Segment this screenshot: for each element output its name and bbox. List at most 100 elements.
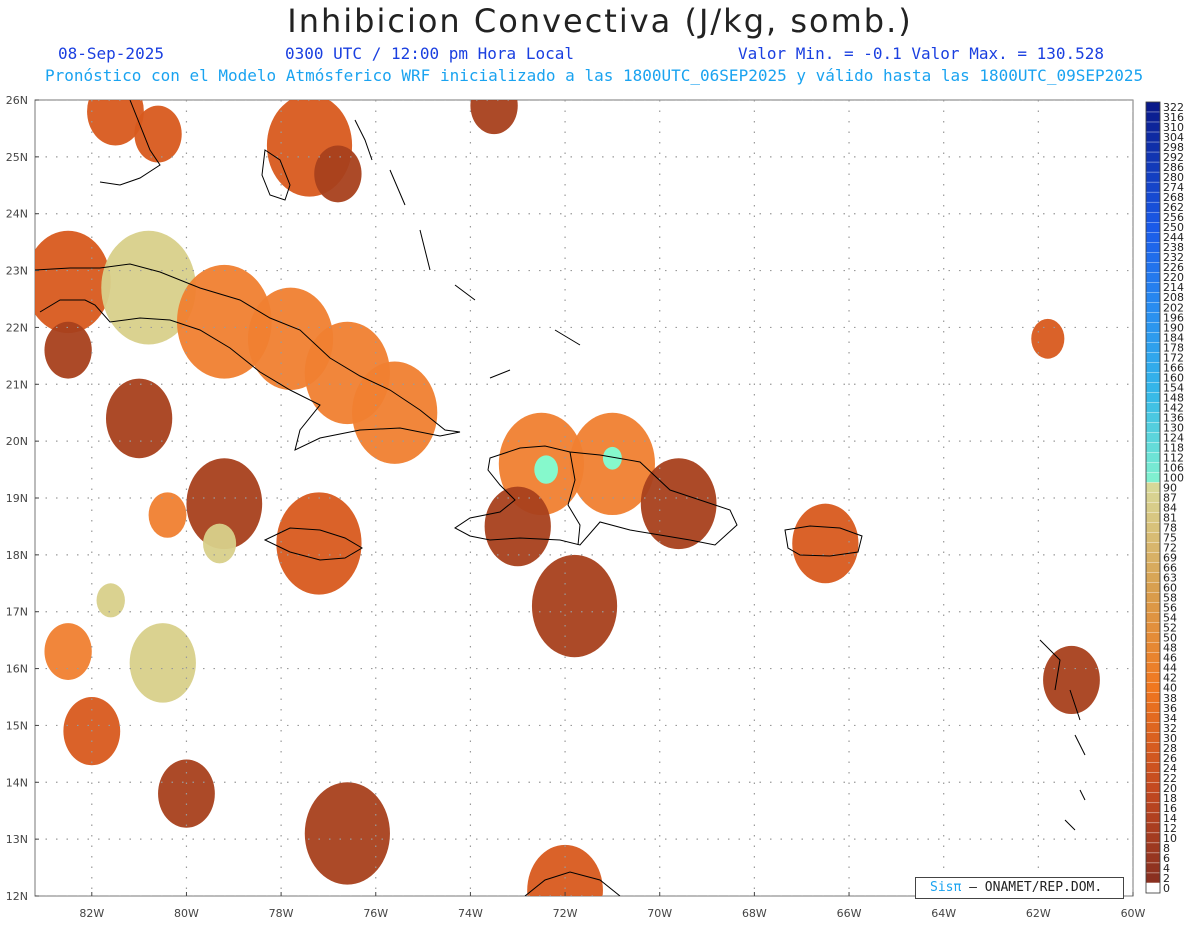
credit-org: – ONAMET/REP.DOM. <box>969 880 1103 895</box>
colorbar-swatch <box>1145 101 1161 113</box>
colorbar-swatch <box>1145 652 1161 663</box>
cin-cell <box>534 455 558 484</box>
colorbar-swatch <box>1145 562 1161 573</box>
colorbar-swatch <box>1145 832 1161 844</box>
cin-cell <box>304 782 390 885</box>
cin-cell <box>484 486 551 567</box>
lat-tick-label: 21N <box>6 378 28 391</box>
colorbar-swatch <box>1145 222 1161 233</box>
lat-tick-label: 14N <box>6 776 28 789</box>
lon-tick-label: 78W <box>269 907 294 920</box>
colorbar-swatch <box>1145 872 1161 884</box>
colorbar-swatch <box>1145 852 1161 864</box>
colorbar-swatch <box>1145 592 1161 603</box>
colorbar-swatch <box>1145 392 1161 403</box>
cin-map: 26N 25N 24N 23N 22N 21N 20N 19N 18N 17N 16N 15N 14N 1… <box>6 94 1184 920</box>
cin-cell <box>129 623 196 703</box>
cin-cell <box>352 361 438 464</box>
lat-tick-label: 24N <box>6 208 28 221</box>
cin-cell <box>134 105 182 163</box>
colorbar-swatch <box>1145 161 1161 173</box>
lat-tick-label: 19N <box>6 492 28 505</box>
colorbar-swatch <box>1145 732 1161 743</box>
cin-cell <box>1043 645 1100 715</box>
lat-tick-label: 15N <box>6 719 28 732</box>
colorbar-swatch <box>1145 642 1161 653</box>
colorbar-swatch <box>1145 722 1161 733</box>
lon-tick-label: 66W <box>837 907 862 920</box>
colorbar-swatch <box>1145 452 1161 463</box>
colorbar-swatch <box>1145 482 1161 493</box>
lon-tick-label: 70W <box>647 907 672 920</box>
colorbar-swatch <box>1145 442 1161 453</box>
cin-cell <box>203 523 237 564</box>
cin-cell <box>792 503 859 584</box>
lat-tick-label: 25N <box>6 151 28 164</box>
colorbar-swatch <box>1145 492 1161 503</box>
colorbar-swatch <box>1145 812 1161 824</box>
lon-tick-label: 76W <box>363 907 388 920</box>
colorbar-swatch <box>1145 191 1161 203</box>
lat-tick-label: 16N <box>6 663 28 676</box>
lon-tick-label: 80W <box>174 907 199 920</box>
colorbar-swatch <box>1145 582 1161 593</box>
lat-tick-label: 13N <box>6 833 28 846</box>
colorbar-swatch <box>1145 141 1161 153</box>
colorbar-swatch <box>1145 302 1161 313</box>
colorbar-swatch <box>1145 422 1161 433</box>
colorbar-swatch <box>1145 792 1161 804</box>
lat-tick-label: 22N <box>6 321 28 334</box>
colorbar-swatch <box>1145 842 1161 854</box>
colorbar-swatch <box>1145 612 1161 623</box>
colorbar-swatch <box>1145 552 1161 563</box>
colorbar-swatch <box>1145 542 1161 553</box>
cin-cell <box>96 583 125 618</box>
colorbar-swatch <box>1145 232 1161 243</box>
colorbar-swatch <box>1145 702 1161 713</box>
colorbar-swatch <box>1145 692 1161 703</box>
cin-cell <box>470 100 518 135</box>
colorbar-swatch <box>1145 151 1161 163</box>
colorbar-swatch <box>1145 862 1161 874</box>
colorbar-swatch <box>1145 632 1161 643</box>
colorbar-swatch <box>1145 201 1161 213</box>
cin-cell <box>148 492 187 538</box>
cin-cell <box>44 623 92 680</box>
lat-tick-label: 12N <box>6 890 28 903</box>
colorbar-swatch <box>1145 382 1161 393</box>
colorbar-swatch <box>1145 171 1161 183</box>
lat-tick-label: 23N <box>6 265 28 278</box>
colorbar-swatch <box>1145 211 1161 223</box>
colorbar-swatch <box>1145 782 1161 794</box>
colorbar-swatch <box>1145 181 1161 193</box>
colorbar-swatch <box>1145 682 1161 693</box>
colorbar-swatch <box>1145 762 1161 773</box>
colorbar-swatch <box>1145 312 1161 323</box>
colorbar-swatch <box>1145 242 1161 253</box>
cin-cell <box>531 554 618 658</box>
lon-tick-label: 82W <box>79 907 104 920</box>
colorbar-swatch <box>1145 272 1161 283</box>
colorbar-swatch <box>1145 462 1161 473</box>
colorbar-swatch <box>1145 111 1161 123</box>
colorbar-swatch <box>1145 822 1161 834</box>
colorbar: 3223163103042982922862802742682622562502… <box>1145 101 1184 895</box>
colorbar-swatch <box>1145 402 1161 413</box>
colorbar-swatch <box>1145 362 1161 373</box>
cin-cell <box>640 458 717 550</box>
lat-tick-label: 17N <box>6 606 28 619</box>
colorbar-label: 0 <box>1163 882 1170 895</box>
colorbar-swatch <box>1145 412 1161 423</box>
colorbar-swatch <box>1145 712 1161 723</box>
cin-cell <box>276 492 362 595</box>
lat-tick-label: 20N <box>6 435 28 448</box>
colorbar-swatch <box>1145 502 1161 513</box>
colorbar-swatch <box>1145 131 1161 143</box>
colorbar-swatch <box>1145 472 1161 483</box>
colorbar-swatch <box>1145 622 1161 633</box>
credit-box: Sisπ – ONAMET/REP.DOM. <box>915 877 1124 899</box>
colorbar-swatch <box>1145 262 1161 273</box>
lon-tick-label: 60W <box>1121 907 1146 920</box>
colorbar-swatch <box>1145 332 1161 343</box>
colorbar-swatch <box>1145 882 1161 894</box>
